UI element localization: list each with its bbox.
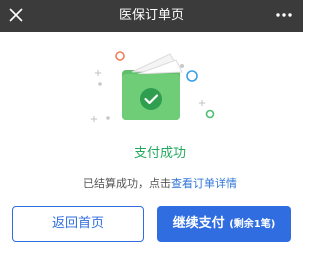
view-order-detail-link[interactable]: 查看订单详情 bbox=[171, 177, 237, 190]
more-icon[interactable] bbox=[275, 8, 293, 22]
top-bar: 医保订单页 bbox=[0, 0, 303, 32]
hint-prefix: 已结算成功，点击 bbox=[83, 177, 171, 190]
back-home-button[interactable]: 返回首页 bbox=[12, 206, 144, 242]
page-title: 医保订单页 bbox=[118, 8, 184, 23]
continue-pay-button[interactable]: 继续支付 (剩余1笔) bbox=[157, 206, 291, 242]
remaining-count: (剩余1笔) bbox=[229, 219, 276, 230]
payment-status-text: 支付成功 bbox=[133, 146, 186, 161]
settlement-hint: 已结算成功，点击查看订单详情 bbox=[0, 175, 320, 191]
wallet-icon bbox=[122, 53, 183, 120]
payment-success-illustration bbox=[91, 51, 215, 122]
continue-pay-label: 继续支付 bbox=[172, 216, 225, 231]
